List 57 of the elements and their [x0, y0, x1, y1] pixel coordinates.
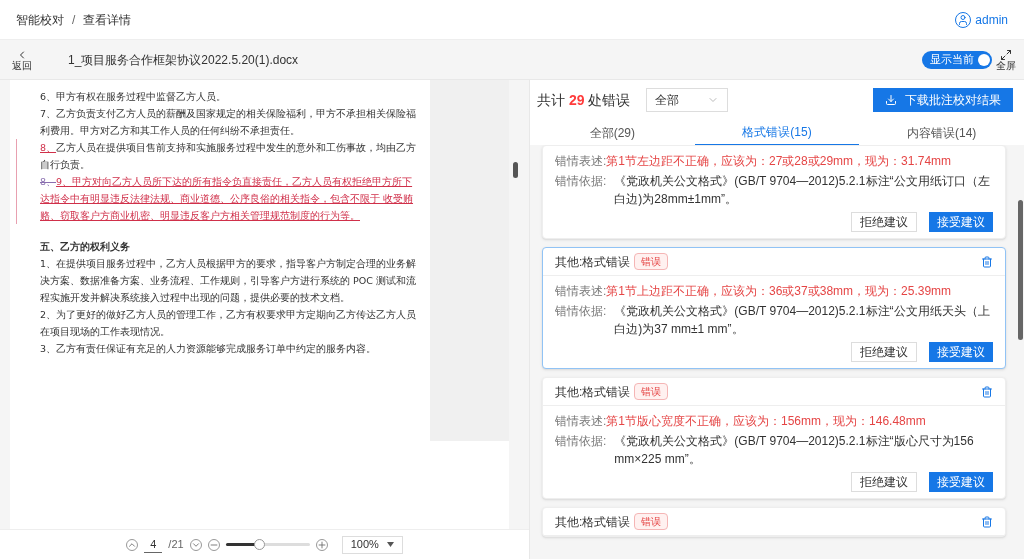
error-basis: 《党政机关公文格式》(GB/T 9704—2012)5.2.1标注“公文用纸天头（上白边)为37 mm±1 mm”。 [613, 303, 991, 338]
breadcrumb-link[interactable]: 智能校对 [16, 10, 64, 29]
back-button[interactable]: 返回 [12, 48, 32, 71]
fullscreen-button[interactable]: 全屏 [996, 48, 1016, 71]
error-description: 第1节左边距不正确，应该为：27或28或29mm，现为：31.74mm [606, 153, 952, 170]
download-icon [885, 94, 897, 106]
error-tag: 错误 [634, 513, 669, 530]
field-label: 错情依据: [555, 303, 607, 320]
error-category: 其他:格式错误 [555, 513, 631, 531]
error-basis: 《党政机关公文格式》(GB/T 9704—2012)5.2.1标注“版心尺寸为156 mm×225 mm”。 [613, 433, 975, 468]
document-paragraph: 6、甲方有权在服务过程中监督乙方人员。 [40, 91, 227, 102]
scrollbar-thumb[interactable] [1018, 200, 1023, 340]
filter-select[interactable]: 全部 [646, 88, 729, 112]
filter-tab[interactable]: 全部(29) [530, 120, 695, 145]
error-category: 其他:格式错误 [555, 383, 631, 401]
document-paragraph: 8、9、甲方对向乙方人员所下达的所有指令负直接责任，乙方人员有权拒绝甲方所下达指令中有明显违反法律法规、商业道德、公序良俗的相关指令，包含不限于 收受贿赂、窃取客户方商业机密、明显违反客户方相关管理规范制度的行为等。 [40, 176, 414, 221]
delete-icon[interactable] [981, 255, 993, 268]
field-label: 错情表述: [555, 413, 607, 430]
zoom-slider-thumb[interactable] [254, 539, 266, 550]
error-count: 共计 29 处错误 [537, 90, 631, 110]
reject-button[interactable]: 拒绝建议 [851, 212, 917, 232]
user-name[interactable]: admin [975, 10, 1008, 29]
show-current-toggle[interactable]: 显示当前 [922, 50, 992, 69]
reject-button[interactable]: 拒绝建议 [851, 342, 917, 362]
field-label: 错情表述: [555, 283, 607, 300]
field-label: 错情表述: [555, 153, 607, 170]
breadcrumb-current: 查看详情 [83, 11, 132, 29]
document-paragraph: 3、乙方有责任保证有充足的人力资源能够完成服务订单中约定的服务内容。 [40, 343, 377, 354]
delete-icon[interactable] [981, 385, 993, 398]
accept-button[interactable]: 接受建议 [929, 212, 993, 232]
delete-icon[interactable] [981, 515, 993, 528]
document-paragraph: 7、乙方负责支付乙方人员的薪酬及国家规定的相关保险福利，甲方不承担相关保险福利费用。甲方对乙方和其工作人员的任何纠纷不承担责任。 [40, 108, 417, 136]
error-tag: 错误 [634, 253, 669, 270]
error-category: 其他:格式错误 [555, 253, 631, 271]
reject-button[interactable]: 拒绝建议 [851, 472, 917, 492]
filter-tab[interactable]: 内容错误(14) [859, 120, 1024, 145]
page-input[interactable]: 4 [144, 535, 163, 554]
fullscreen-icon [1000, 48, 1012, 61]
field-label: 错情依据: [555, 433, 607, 450]
accept-button[interactable]: 接受建议 [929, 342, 993, 362]
scrollbar-thumb[interactable] [513, 162, 518, 178]
breadcrumb-separator: / [71, 11, 77, 29]
page-total: /21 [168, 537, 184, 553]
zoom-select[interactable]: 100% [341, 535, 403, 554]
document-paragraph: 1、在提供项目服务过程中，乙方人员根据甲方的要求，指导客户方制定合理的业务解决方案、数据准备方案、业务流程、工作规则，引导客户方进行系统的 POC 测试和流程实施开发并解决系统接入过程中出现的问题，提供必要的技术文档。 [40, 258, 417, 303]
error-basis: 《党政机关公文格式》(GB/T 9704—2012)5.2.1标注“公文用纸订口（左白边)为28mm±1mm”。 [613, 173, 991, 208]
error-tag: 错误 [634, 383, 669, 400]
error-description: 第1节上边距不正确，应该为：36或37或38mm，现为：25.39mm [606, 283, 952, 300]
download-button[interactable]: 下载批注校对结果 [873, 88, 1013, 112]
document-paragraph: 2、为了更好的做好乙方人员的管理工作，乙方有权要求甲方定期向乙方传达乙方人员在项目现场的工作表现情况。 [40, 309, 417, 337]
document-paragraph: 五、乙方的权利义务 [40, 241, 130, 252]
accept-button[interactable]: 接受建议 [929, 472, 993, 492]
caret-icon [386, 542, 394, 547]
document-paragraph: 8、乙方人员在提供项目售前支持和实施服务过程中发生的意外和工伤事故，均由乙方自行负责。 [40, 142, 417, 170]
file-name: 1_项目服务合作框架协议2022.5.20(1).docx [68, 51, 299, 69]
error-description: 第1节版心宽度不正确，应该为：156mm，现为：146.48mm [606, 413, 926, 430]
field-label: 错情依据: [555, 173, 607, 190]
